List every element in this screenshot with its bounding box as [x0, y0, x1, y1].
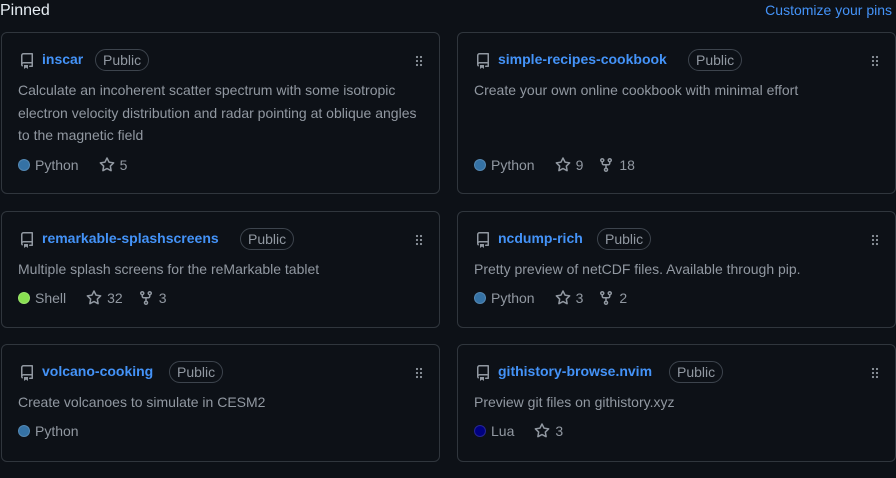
- language-label: Python: [491, 157, 535, 173]
- stars-link[interactable]: 32: [86, 290, 123, 306]
- repo-icon: [20, 365, 33, 381]
- star-icon: [555, 157, 571, 172]
- stars-count: 3: [555, 423, 564, 439]
- customize-pins-link[interactable]: Customize your pins: [765, 2, 892, 18]
- drag-handle-icon[interactable]: [871, 234, 879, 246]
- star-icon: [99, 157, 115, 172]
- repo-name-link[interactable]: githistory-browse.nvim: [498, 363, 652, 379]
- repo-meta: Python 3 2: [474, 290, 627, 306]
- star-icon: [86, 290, 102, 305]
- repo-description: Multiple splash screens for the reMarkab…: [18, 261, 320, 277]
- repo-icon: [477, 365, 489, 381]
- repo-icon: [20, 232, 33, 248]
- star-icon: [534, 423, 550, 438]
- drag-handle-icon[interactable]: [415, 234, 423, 246]
- fork-icon: [600, 291, 613, 306]
- language-label: Lua: [491, 423, 515, 439]
- visibility-badge: Public: [688, 49, 743, 71]
- language-color-dot: [18, 425, 30, 437]
- repo-icon: [477, 232, 489, 248]
- language-label: Python: [35, 423, 79, 439]
- language-label: Shell: [35, 290, 67, 306]
- repo-icon: [20, 53, 33, 69]
- repo-name-link[interactable]: volcano-cooking: [42, 363, 153, 379]
- drag-handle-icon[interactable]: [415, 367, 423, 379]
- repo-meta: Lua 3: [474, 423, 563, 439]
- stars-count: 3: [575, 290, 584, 306]
- pinned-repo-card: volcano-cooking Public Create volcanoes …: [1, 344, 440, 462]
- drag-handle-icon[interactable]: [871, 55, 879, 67]
- repo-description: Pretty preview of netCDF files. Availabl…: [474, 261, 801, 277]
- stars-link[interactable]: 3: [555, 290, 584, 306]
- repo-meta: Python 5: [18, 157, 127, 173]
- visibility-badge: Public: [669, 361, 724, 383]
- repo-description: Calculate an incoherent scatter spectrum…: [18, 82, 417, 143]
- visibility-badge: Public: [95, 49, 150, 71]
- pinned-header: Pinned Customize your pins: [0, 0, 896, 22]
- language-color-dot: [474, 292, 486, 304]
- repo-name-link[interactable]: inscar: [42, 51, 83, 67]
- repo-description: Create your own online cookbook with min…: [474, 82, 799, 98]
- forks-link[interactable]: 18: [598, 157, 635, 173]
- pinned-repo-card: remarkable-splashscreens Public Multiple…: [1, 211, 440, 328]
- forks-count: 18: [619, 157, 635, 173]
- drag-handle-icon[interactable]: [415, 55, 423, 67]
- repo-meta: Shell 32 3: [18, 290, 167, 306]
- pinned-repo-card: simple-recipes-cookbook Public Create yo…: [457, 32, 896, 194]
- repo-meta: Python 9 18: [474, 157, 635, 173]
- fork-icon: [600, 158, 613, 173]
- pinned-repo-card: inscar Public Calculate an incoherent sc…: [1, 32, 440, 194]
- repo-icon: [477, 53, 489, 69]
- repo-meta: Python: [18, 423, 79, 439]
- language-color-dot: [474, 159, 486, 171]
- star-icon: [555, 290, 571, 305]
- stars-link[interactable]: 5: [99, 157, 128, 173]
- forks-link[interactable]: 3: [138, 290, 167, 306]
- repo-description: Preview git files on githistory.xyz: [474, 394, 675, 410]
- visibility-badge: Public: [169, 361, 224, 383]
- repo-description: Create volcanoes to simulate in CESM2: [18, 394, 266, 410]
- visibility-badge: Public: [240, 228, 295, 250]
- language-color-dot: [18, 159, 30, 171]
- repo-name-link[interactable]: ncdump-rich: [498, 230, 583, 246]
- language-color-dot: [18, 292, 30, 304]
- fork-icon: [139, 291, 152, 306]
- stars-link[interactable]: 3: [534, 423, 563, 439]
- forks-link[interactable]: 2: [598, 290, 627, 306]
- drag-handle-icon[interactable]: [871, 367, 879, 379]
- stars-count: 5: [119, 157, 128, 173]
- visibility-badge: Public: [597, 228, 652, 250]
- forks-count: 2: [619, 290, 628, 306]
- language-label: Python: [35, 157, 79, 173]
- forks-count: 3: [158, 290, 167, 306]
- pinned-title: Pinned: [0, 2, 50, 19]
- stars-count: 9: [575, 157, 584, 173]
- pinned-repo-card: ncdump-rich Public Pretty preview of net…: [457, 211, 896, 328]
- stars-link[interactable]: 9: [555, 157, 584, 173]
- language-label: Python: [491, 290, 535, 306]
- pinned-repo-card: githistory-browse.nvim Public Preview gi…: [457, 344, 896, 462]
- stars-count: 32: [107, 290, 123, 306]
- language-color-dot: [474, 425, 486, 437]
- repo-name-link[interactable]: remarkable-splashscreens: [42, 230, 219, 246]
- repo-name-link[interactable]: simple-recipes-cookbook: [498, 51, 667, 67]
